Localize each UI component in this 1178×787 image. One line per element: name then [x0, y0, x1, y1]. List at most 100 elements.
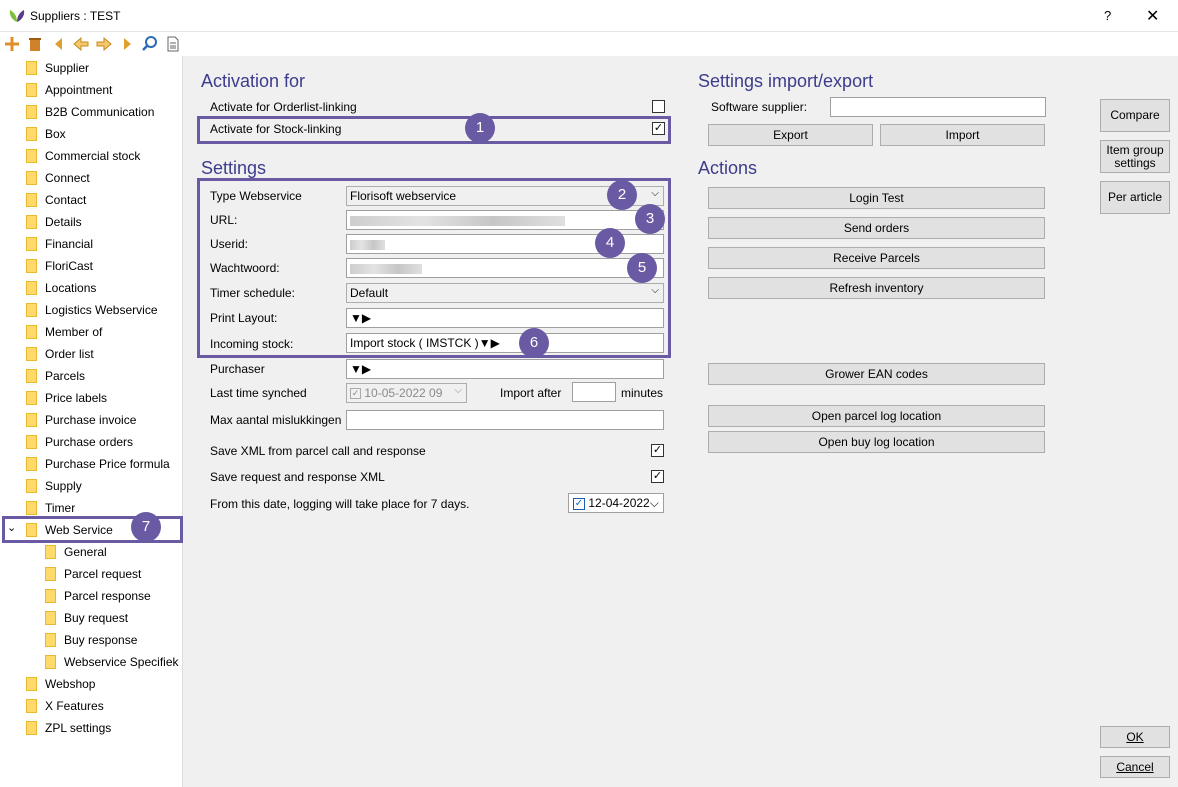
tree-item[interactable]: Purchase invoice	[26, 410, 136, 430]
tree-item[interactable]: Details	[26, 212, 82, 232]
tree-item[interactable]: Parcels	[26, 366, 85, 386]
callout-badge-4: 4	[595, 228, 625, 258]
tree-item[interactable]: X Features	[26, 696, 104, 716]
send-orders-button[interactable]: Send orders	[708, 217, 1045, 239]
tree-child-item[interactable]: Buy request	[45, 608, 128, 628]
export-button[interactable]: Export	[708, 124, 873, 146]
chevron-down-icon: ⌵	[454, 385, 462, 396]
document-icon[interactable]	[164, 35, 182, 53]
ok-button[interactable]: OK	[1100, 726, 1170, 748]
tree-item[interactable]: ZPL settings	[26, 718, 111, 738]
orderlist-checkbox[interactable]	[652, 100, 665, 113]
minutes-label: minutes	[621, 386, 664, 400]
tree-item[interactable]: Logistics Webservice	[26, 300, 158, 320]
tree-item[interactable]: Member of	[26, 322, 102, 342]
callout-badge-7: 7	[131, 512, 161, 542]
import-export-heading: Settings import/export	[698, 71, 874, 91]
tree-item[interactable]: Financial	[26, 234, 93, 254]
item-group-settings-button[interactable]: Item group settings	[1100, 140, 1170, 173]
tree-item[interactable]: Contact	[26, 190, 86, 210]
highlight-stock	[197, 116, 671, 144]
open-parcel-log-button[interactable]: Open parcel log location	[708, 405, 1045, 427]
tree-item[interactable]: Appointment	[26, 80, 112, 100]
app-logo-icon	[9, 10, 25, 22]
tree-item[interactable]: Purchase orders	[26, 432, 133, 452]
tree-item[interactable]: Price labels	[26, 388, 107, 408]
folder-icon	[26, 83, 37, 97]
receive-parcels-button[interactable]: Receive Parcels	[708, 247, 1045, 269]
folder-icon	[26, 721, 37, 735]
folder-icon	[26, 193, 37, 207]
tree-item[interactable]: FloriCast	[26, 256, 93, 276]
login-test-button[interactable]: Login Test	[708, 187, 1045, 209]
per-article-button[interactable]: Per article	[1100, 181, 1170, 214]
max-failures-label: Max aantal mislukkingen	[210, 413, 342, 427]
help-button[interactable]: ?	[1104, 8, 1111, 23]
tree-item[interactable]: Purchase Price formula	[26, 454, 170, 474]
tree-item[interactable]: Timer	[26, 498, 75, 518]
logging-datepicker[interactable]: ✓ 12-04-2022⌵	[568, 493, 664, 513]
close-button[interactable]: ✕	[1146, 6, 1159, 26]
purchaser-field[interactable]: ▼▶	[346, 359, 664, 379]
tree-item[interactable]: Supply	[26, 476, 82, 496]
tree-child-item[interactable]: Parcel request	[45, 564, 141, 584]
open-buy-log-button[interactable]: Open buy log location	[708, 431, 1045, 453]
title-bar: Suppliers : TEST ? ✕	[0, 0, 1178, 32]
refresh-inventory-button[interactable]: Refresh inventory	[708, 277, 1045, 299]
folder-icon	[26, 215, 37, 229]
tree-item[interactable]: Connect	[26, 168, 90, 188]
folder-icon	[26, 281, 37, 295]
folder-icon	[45, 655, 56, 669]
toolbar	[0, 32, 1178, 56]
first-icon[interactable]	[50, 35, 68, 53]
cancel-button[interactable]: Cancel	[1100, 756, 1170, 778]
highlight-settings	[197, 178, 671, 358]
tree-child-item[interactable]: Buy response	[45, 630, 137, 650]
tree-item[interactable]: Order list	[26, 344, 94, 364]
compare-button[interactable]: Compare	[1100, 99, 1170, 132]
software-supplier-field[interactable]	[830, 97, 1046, 117]
folder-icon	[26, 501, 37, 515]
callout-badge-1: 1	[465, 113, 495, 143]
logging-checkbox[interactable]: ✓	[573, 497, 585, 510]
folder-icon	[26, 413, 37, 427]
import-after-field[interactable]	[572, 382, 616, 402]
dropdown-icon[interactable]: ▼	[350, 362, 362, 376]
tree-child-item[interactable]: General	[45, 542, 107, 562]
folder-icon	[45, 567, 56, 581]
last-icon[interactable]	[118, 35, 136, 53]
save-xml-label: Save XML from parcel call and response	[210, 444, 426, 458]
tree-item[interactable]: B2B Communication	[26, 102, 154, 122]
folder-icon	[26, 171, 37, 185]
grower-ean-button[interactable]: Grower EAN codes	[708, 363, 1045, 385]
import-button[interactable]: Import	[880, 124, 1045, 146]
tree-child-item[interactable]: Parcel response	[45, 586, 151, 606]
max-failures-field[interactable]	[346, 410, 664, 430]
folder-icon	[26, 699, 37, 713]
add-icon[interactable]	[3, 35, 21, 53]
tree-item[interactable]: Supplier	[26, 58, 89, 78]
folder-icon	[26, 457, 37, 471]
folder-icon	[26, 105, 37, 119]
folder-icon	[26, 325, 37, 339]
folder-icon	[45, 633, 56, 647]
activation-heading: Activation for	[201, 71, 306, 91]
delete-icon[interactable]	[26, 35, 44, 53]
tree-item[interactable]: Locations	[26, 278, 96, 298]
import-after-label: Import after	[500, 386, 562, 400]
folder-icon	[26, 259, 37, 273]
tree-child-item[interactable]: Webservice Specifiek	[45, 652, 179, 672]
save-request-checkbox[interactable]: ✓	[651, 470, 664, 483]
next-icon[interactable]	[95, 35, 113, 53]
tree-item[interactable]: Commercial stock	[26, 146, 140, 166]
save-xml-checkbox[interactable]: ✓	[651, 444, 664, 457]
previous-icon[interactable]	[72, 35, 90, 53]
folder-icon	[26, 369, 37, 383]
window-title: Suppliers : TEST	[30, 9, 121, 23]
folder-icon	[26, 303, 37, 317]
logging-label: From this date, logging will take place …	[210, 497, 470, 511]
tree-item[interactable]: Box	[26, 124, 66, 144]
goto-icon[interactable]: ▶	[362, 362, 371, 376]
search-icon[interactable]	[141, 35, 159, 53]
tree-item[interactable]: Webshop	[26, 674, 95, 694]
